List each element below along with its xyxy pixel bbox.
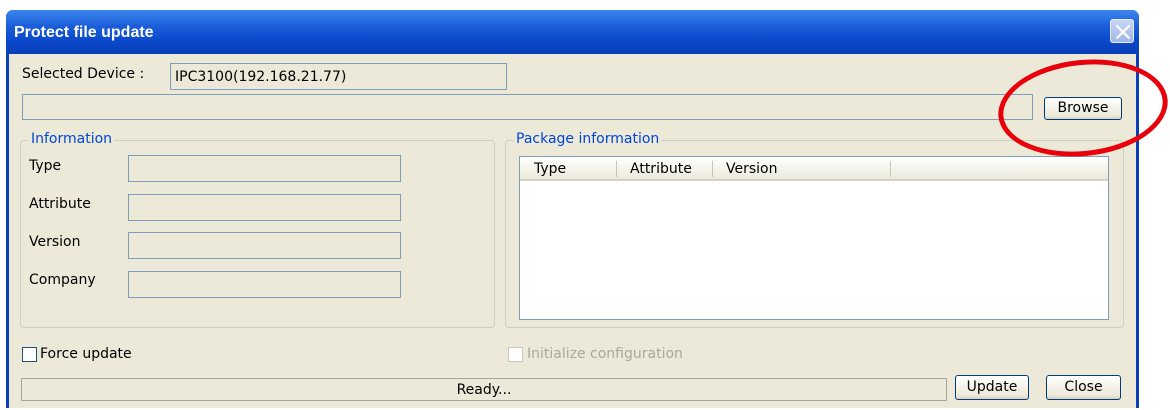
force-update-checkbox[interactable] [22, 347, 37, 362]
information-legend: Information [29, 131, 115, 147]
info-attribute-label: Attribute [29, 196, 91, 212]
info-company-field [128, 271, 401, 298]
close-icon[interactable] [1110, 19, 1134, 43]
initialize-configuration-checkbox[interactable] [508, 347, 523, 362]
column-separator [616, 161, 617, 177]
info-type-label: Type [29, 158, 62, 174]
dialog-client-area: Selected Device : IPC3100(192.168.21.77)… [9, 54, 1136, 408]
selected-device-label: Selected Device : [22, 66, 145, 82]
package-list[interactable]: Type Attribute Version [519, 156, 1109, 320]
package-information-legend: Package information [514, 131, 662, 147]
file-path-field[interactable] [22, 94, 1033, 120]
dialog-window: Protect file update Selected Device : IP… [6, 10, 1139, 408]
status-text: Ready... [456, 382, 512, 398]
update-button[interactable]: Update [955, 375, 1029, 400]
info-attribute-field [128, 194, 401, 221]
column-header-attribute[interactable]: Attribute [630, 161, 692, 177]
package-list-header: Type Attribute Version [520, 157, 1108, 181]
info-company-label: Company [29, 272, 96, 288]
force-update-label[interactable]: Force update [40, 346, 132, 362]
column-separator [890, 161, 891, 177]
title-bar[interactable]: Protect file update [6, 10, 1139, 54]
selected-device-field: IPC3100(192.168.21.77) [170, 63, 507, 90]
info-version-field [128, 232, 401, 259]
status-bar: Ready... [21, 378, 947, 401]
close-button[interactable]: Close [1046, 375, 1121, 400]
info-type-field [128, 155, 401, 182]
info-version-label: Version [29, 234, 81, 250]
selected-device-value: IPC3100(192.168.21.77) [175, 69, 347, 85]
column-header-version[interactable]: Version [726, 161, 777, 177]
column-separator [712, 161, 713, 177]
dialog-title: Protect file update [14, 24, 154, 41]
initialize-configuration-label: Initialize configuration [527, 346, 683, 362]
column-header-type[interactable]: Type [534, 161, 566, 177]
